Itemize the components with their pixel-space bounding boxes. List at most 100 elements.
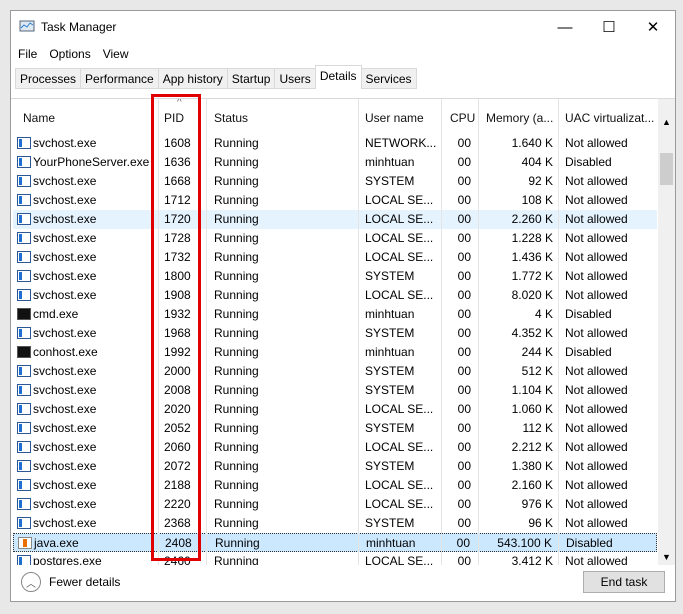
task-manager-window: Task Manager — ☐ ✕ File Options View Pro… [10,10,676,602]
user-name: LOCAL SE... [365,250,434,264]
maximize-button[interactable]: ☐ [587,12,631,42]
table-row[interactable]: svchost.exe 1608 Running NETWORK... 00 1.640 … [13,134,657,153]
table-row[interactable]: svchost.exe 2188 Running LOCAL SE... 00 2.160… [13,476,657,495]
table-row[interactable]: svchost.exe 2000 Running SYSTEM 00 512 K Not a… [13,362,657,381]
status: Running [214,136,259,150]
menu-file[interactable]: File [18,47,37,61]
column-cpu[interactable]: CPU [450,111,475,125]
table-row[interactable]: java.exe 2408 Running minhtuan 00 543.100 K Di… [13,533,657,552]
user-name: SYSTEM [365,516,415,530]
cpu: 00 [457,288,471,302]
cpu: 00 [457,174,471,188]
table-row[interactable]: svchost.exe 1720 Running LOCAL SE... 00 2.260… [13,210,657,229]
vertical-scrollbar[interactable]: ▲ ▼ [658,99,675,565]
table-row[interactable]: svchost.exe 2052 Running SYSTEM 00 112 K Not a… [13,419,657,438]
table-row[interactable]: svchost.exe 2072 Running SYSTEM 00 1.380 K Not… [13,457,657,476]
process-name: svchost.exe [33,402,97,416]
column-memory[interactable]: Memory (a... [486,111,553,125]
tab-services[interactable]: Services [360,68,417,89]
console-icon [17,346,31,358]
cpu: 00 [457,364,471,378]
table-row[interactable]: svchost.exe 2220 Running LOCAL SE... 00 976 K… [13,495,657,514]
table-row[interactable]: svchost.exe 1908 Running LOCAL SE... 00 8.020… [13,286,657,305]
tab-startup[interactable]: Startup [226,68,276,89]
table-row[interactable]: svchost.exe 1732 Running LOCAL SE... 00 1.436… [13,248,657,267]
table-row[interactable]: svchost.exe 1968 Running SYSTEM 00 4.352 K Not… [13,324,657,343]
table-row[interactable]: svchost.exe 1668 Running SYSTEM 00 92 K Not al… [13,172,657,191]
cpu: 00 [457,516,471,530]
minimize-button[interactable]: — [543,12,587,42]
status: Running [214,174,259,188]
tab-performance[interactable]: Performance [80,68,159,89]
tab-details[interactable]: Details [314,65,362,89]
user-name: minhtuan [365,307,415,321]
app-icon [17,251,31,263]
column-status[interactable]: Status [214,111,248,125]
menu-bar: File Options View [11,43,675,65]
memory: 96 K [528,516,553,530]
app-icon [17,137,31,149]
tab-app-history[interactable]: App history [157,68,228,89]
menu-view[interactable]: View [103,47,129,61]
status: Running [214,478,259,492]
process-name: svchost.exe [33,288,97,302]
close-button[interactable]: ✕ [631,12,675,42]
cpu: 00 [457,440,471,454]
table-row[interactable]: svchost.exe 2368 Running SYSTEM 00 96 K Not al… [13,514,657,533]
cpu: 00 [457,307,471,321]
cpu: 00 [457,421,471,435]
cpu: 00 [457,193,471,207]
process-name: svchost.exe [33,212,97,226]
table-row[interactable]: conhost.exe 1992 Running minhtuan 00 244 K Dis… [13,343,657,362]
column-divider[interactable] [206,99,207,565]
column-divider[interactable] [441,99,442,565]
scrollbar-thumb[interactable] [660,153,673,185]
status: Running [214,383,259,397]
column-divider[interactable] [558,99,559,565]
table-row[interactable]: svchost.exe 1728 Running LOCAL SE... 00 1.228… [13,229,657,248]
memory: 2.160 K [511,478,553,492]
app-icon [17,479,31,491]
tab-users[interactable]: Users [274,68,316,89]
memory: 8.020 K [511,288,553,302]
uac-virtualization: Not allowed [565,193,628,207]
table-row[interactable]: svchost.exe 1712 Running LOCAL SE... 00 108 K… [13,191,657,210]
memory: 1.228 K [511,231,553,245]
console-icon [17,308,31,320]
table-row[interactable]: svchost.exe 1800 Running SYSTEM 00 1.772 K Not… [13,267,657,286]
status: Running [214,269,259,283]
scroll-up-icon[interactable]: ▲ [658,117,675,127]
column-name[interactable]: Name [23,111,55,125]
fewer-details-label: Fewer details [49,575,121,589]
app-icon [17,384,31,396]
table-row[interactable]: YourPhoneServer.exe 1636 Running minhtuan 00… [13,153,657,172]
uac-virtualization: Disabled [565,345,612,359]
table-row[interactable]: svchost.exe 2008 Running SYSTEM 00 1.104 K Not… [13,381,657,400]
table-row[interactable]: svchost.exe 2020 Running LOCAL SE... 00 1.060… [13,400,657,419]
scroll-down-icon[interactable]: ▼ [658,552,675,562]
cpu: 00 [457,459,471,473]
app-icon [17,327,31,339]
table-row[interactable]: cmd.exe 1932 Running minhtuan 00 4 K Disabled [13,305,657,324]
column-divider[interactable] [358,99,359,565]
column-uac[interactable]: UAC virtualizat... [565,111,654,125]
status: Running [214,155,259,169]
end-task-button[interactable]: End task [583,571,665,593]
table-row[interactable]: svchost.exe 2060 Running LOCAL SE... 00 2.212… [13,438,657,457]
status: Running [214,193,259,207]
uac-virtualization: Not allowed [565,402,628,416]
menu-options[interactable]: Options [49,47,90,61]
user-name: LOCAL SE... [365,440,434,454]
status: Running [214,326,259,340]
uac-virtualization: Not allowed [565,269,628,283]
fewer-details-button[interactable]: ︿ Fewer details [21,572,120,592]
status: Running [214,345,259,359]
memory: 976 K [521,497,553,511]
process-name: svchost.exe [33,364,97,378]
user-name: SYSTEM [365,174,415,188]
tab-processes[interactable]: Processes [15,68,82,89]
app-icon [17,403,31,415]
app-icon [17,175,31,187]
column-divider[interactable] [478,99,479,565]
column-user-name[interactable]: User name [365,111,424,125]
